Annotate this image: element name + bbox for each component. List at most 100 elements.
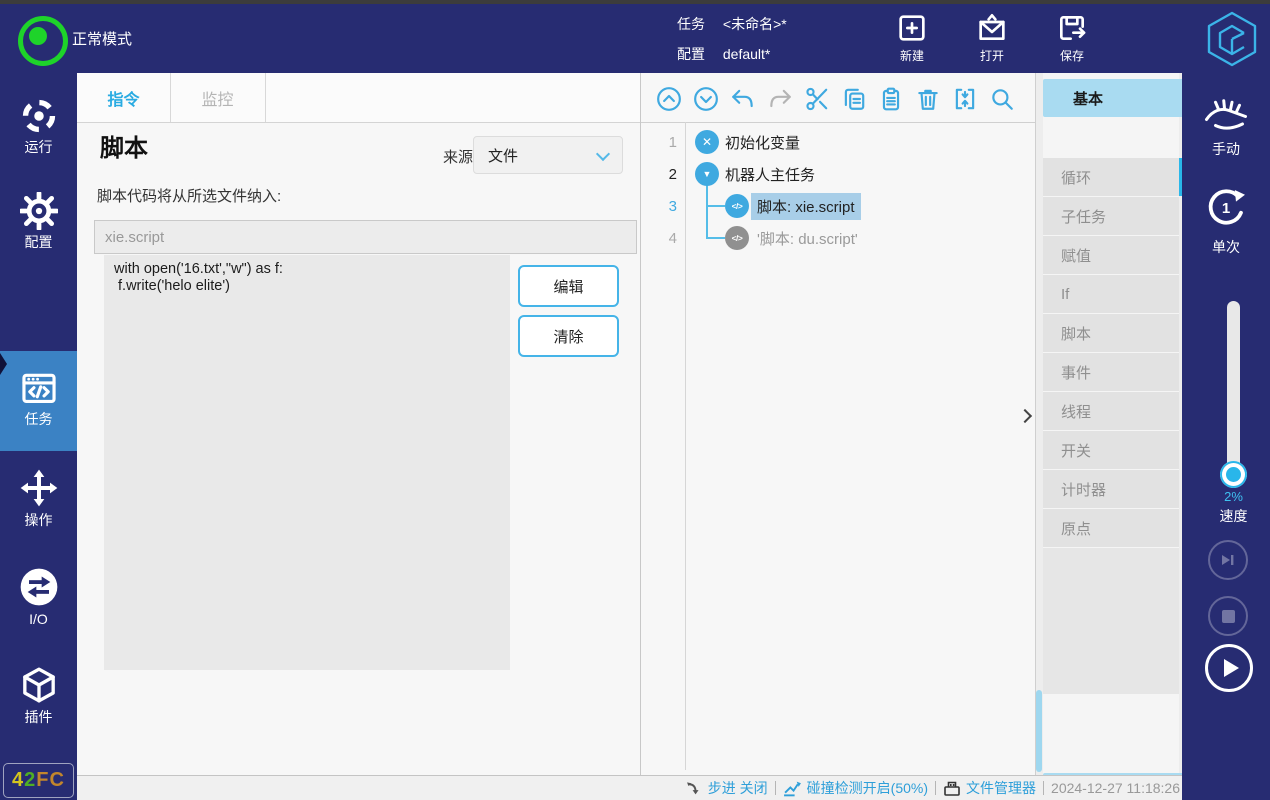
paste-button[interactable]: [878, 86, 904, 112]
merge-collapse-button[interactable]: [952, 86, 978, 112]
instruction-item-timer[interactable]: 计时器: [1043, 470, 1179, 508]
tree-row-main-task[interactable]: 2 ▼ 机器人主任务: [641, 158, 1035, 190]
collision-detect-status[interactable]: 碰撞检测开启(50%): [783, 778, 928, 798]
single-run-button[interactable]: 1 单次: [1182, 185, 1270, 257]
search-button[interactable]: [989, 86, 1015, 112]
sidebar-plugin-label: 插件: [25, 710, 53, 724]
badge-char-2: 2: [24, 769, 36, 792]
edit-button-label: 编辑: [553, 276, 583, 297]
instruction-item-if[interactable]: If: [1043, 275, 1179, 313]
tree-toolbar: [641, 73, 1035, 123]
new-button-label: 新建: [900, 47, 924, 64]
manual-mode-button[interactable]: 手动: [1182, 95, 1270, 159]
speed-slider-thumb[interactable]: [1220, 461, 1247, 488]
play-button[interactable]: [1205, 644, 1253, 692]
script-code-preview[interactable]: with open('16.txt',"w") as f: f.write('h…: [104, 255, 510, 670]
instruction-panel-scrollbar[interactable]: [1036, 690, 1042, 772]
move-arrows-icon: [19, 468, 59, 508]
stop-icon: [1222, 610, 1235, 623]
badge-char-4: 4: [12, 769, 24, 792]
run-dashboard-icon: [20, 97, 58, 135]
edit-button[interactable]: 编辑: [518, 265, 619, 307]
script-description-label: 脚本代码将从所选文件纳入:: [97, 185, 281, 206]
script-file-input[interactable]: xie.script: [94, 220, 637, 254]
panel-expand-handle[interactable]: [1015, 405, 1035, 427]
step-mode-icon: [686, 780, 703, 797]
tree-row-label: 机器人主任务: [725, 164, 815, 185]
redo-button-disabled[interactable]: [767, 86, 793, 112]
script-editor-panel: 指令 监控 脚本 来源 文件 脚本代码将从所选文件纳入: xie.script …: [77, 73, 641, 775]
tab-instruction-active[interactable]: 指令: [77, 73, 171, 122]
tree-row-init-vars[interactable]: 1 ✕ 初始化变量: [641, 126, 1035, 158]
tree-row-script-xie-selected[interactable]: 3 </> 脚本: xie.script: [641, 190, 1035, 222]
move-down-button[interactable]: [693, 86, 719, 112]
sidebar-task-label: 任务: [25, 412, 53, 426]
script-node-disabled-icon: </>: [725, 226, 749, 250]
tab-monitor[interactable]: 监控: [170, 73, 266, 122]
clear-button-label: 清除: [553, 326, 583, 347]
status-bar: 步进 关闭 碰撞检测开启(50%) 文件管理器 2024-12-27 11:18…: [77, 775, 1182, 800]
sidebar-item-config[interactable]: 配置: [0, 192, 77, 249]
step-forward-button-disabled[interactable]: [1208, 540, 1248, 580]
tree-row-script-du-disabled[interactable]: 4 </> '脚本: du.script': [641, 222, 1035, 254]
top-bar: 正常模式 任务 <未命名>* 配置 default* 新建 打开: [0, 4, 1270, 73]
instruction-item-origin[interactable]: 原点: [1043, 509, 1179, 547]
sidebar-item-task-active[interactable]: 任务: [0, 351, 77, 451]
sidebar-item-plugin[interactable]: 插件: [0, 665, 77, 724]
status-divider: [1043, 781, 1044, 795]
copy-button[interactable]: [841, 86, 867, 112]
source-select[interactable]: 文件: [473, 136, 623, 174]
speed-slider-track[interactable]: [1227, 301, 1240, 483]
instruction-item-subtask[interactable]: 子任务: [1043, 197, 1179, 235]
manual-label: 手动: [1212, 139, 1240, 159]
tab-bar: 指令 监控: [77, 73, 640, 123]
sidebar-item-operate[interactable]: 操作: [0, 468, 77, 527]
step-mode-status[interactable]: 步进 关闭: [686, 778, 768, 798]
clock-timestamp: 2024-12-27 11:18:26: [1051, 780, 1180, 796]
instruction-item-thread[interactable]: 线程: [1043, 392, 1179, 430]
tree-row-number: 4: [641, 230, 677, 247]
instruction-item-script[interactable]: 脚本: [1043, 314, 1179, 352]
chevron-down-icon: [596, 147, 610, 161]
config-value: default*: [723, 46, 770, 62]
right-control-rail: 手动 1 单次 2% 速度: [1182, 73, 1270, 800]
tab-instruction-label: 指令: [107, 86, 139, 110]
init-variables-node-icon: ✕: [695, 130, 719, 154]
delete-button[interactable]: [915, 86, 941, 112]
app-window: 正常模式 任务 <未命名>* 配置 default* 新建 打开: [0, 0, 1270, 800]
task-label: 任务: [677, 16, 705, 32]
undo-button[interactable]: [730, 86, 756, 112]
new-file-icon: [896, 12, 928, 44]
sidebar-run-label: 运行: [25, 140, 53, 154]
stop-button-disabled[interactable]: [1208, 596, 1248, 636]
tree-row-label: 初始化变量: [725, 132, 800, 153]
open-task-button[interactable]: 打开: [962, 12, 1022, 64]
instruction-item-loop[interactable]: 循环: [1043, 158, 1179, 196]
left-nav-rail: 运行 配置: [0, 73, 77, 800]
save-task-button[interactable]: 保存: [1042, 12, 1102, 64]
collapse-triangle-icon[interactable]: ▼: [695, 162, 719, 186]
sidebar-item-io[interactable]: I/O: [0, 567, 77, 626]
tree-row-number: 3: [641, 198, 677, 215]
instruction-item-switch[interactable]: 开关: [1043, 431, 1179, 469]
usb-drive-icon: [943, 779, 961, 797]
page-title: 脚本: [100, 128, 148, 163]
instruction-palette: 基本 高级 循环 子任务 赋值 If 脚本 事件 线程 开关 计时器 原点 复合…: [1043, 73, 1179, 775]
config-name-label: 配置 default*: [677, 44, 770, 64]
sidebar-item-run[interactable]: 运行: [0, 97, 77, 154]
new-task-button[interactable]: 新建: [882, 12, 942, 64]
clear-button[interactable]: 清除: [518, 315, 619, 357]
program-tree-panel: 1 ✕ 初始化变量 2 ▼ 机器人主任务 3 </> 脚本: xie.scrip…: [641, 73, 1036, 775]
instruction-item-event[interactable]: 事件: [1043, 353, 1179, 391]
script-node-icon: </>: [725, 194, 749, 218]
badge-chars-fc: FC: [36, 769, 65, 792]
sidebar-io-label: I/O: [29, 612, 48, 626]
file-manager-link[interactable]: 文件管理器: [943, 778, 1036, 798]
move-up-button[interactable]: [656, 86, 682, 112]
instruction-item-assign[interactable]: 赋值: [1043, 236, 1179, 274]
single-label: 单次: [1212, 237, 1240, 257]
step-forward-icon: [1220, 553, 1236, 567]
cut-button[interactable]: [804, 86, 830, 112]
open-button-label: 打开: [980, 47, 1004, 64]
source-select-value: 文件: [488, 137, 518, 173]
